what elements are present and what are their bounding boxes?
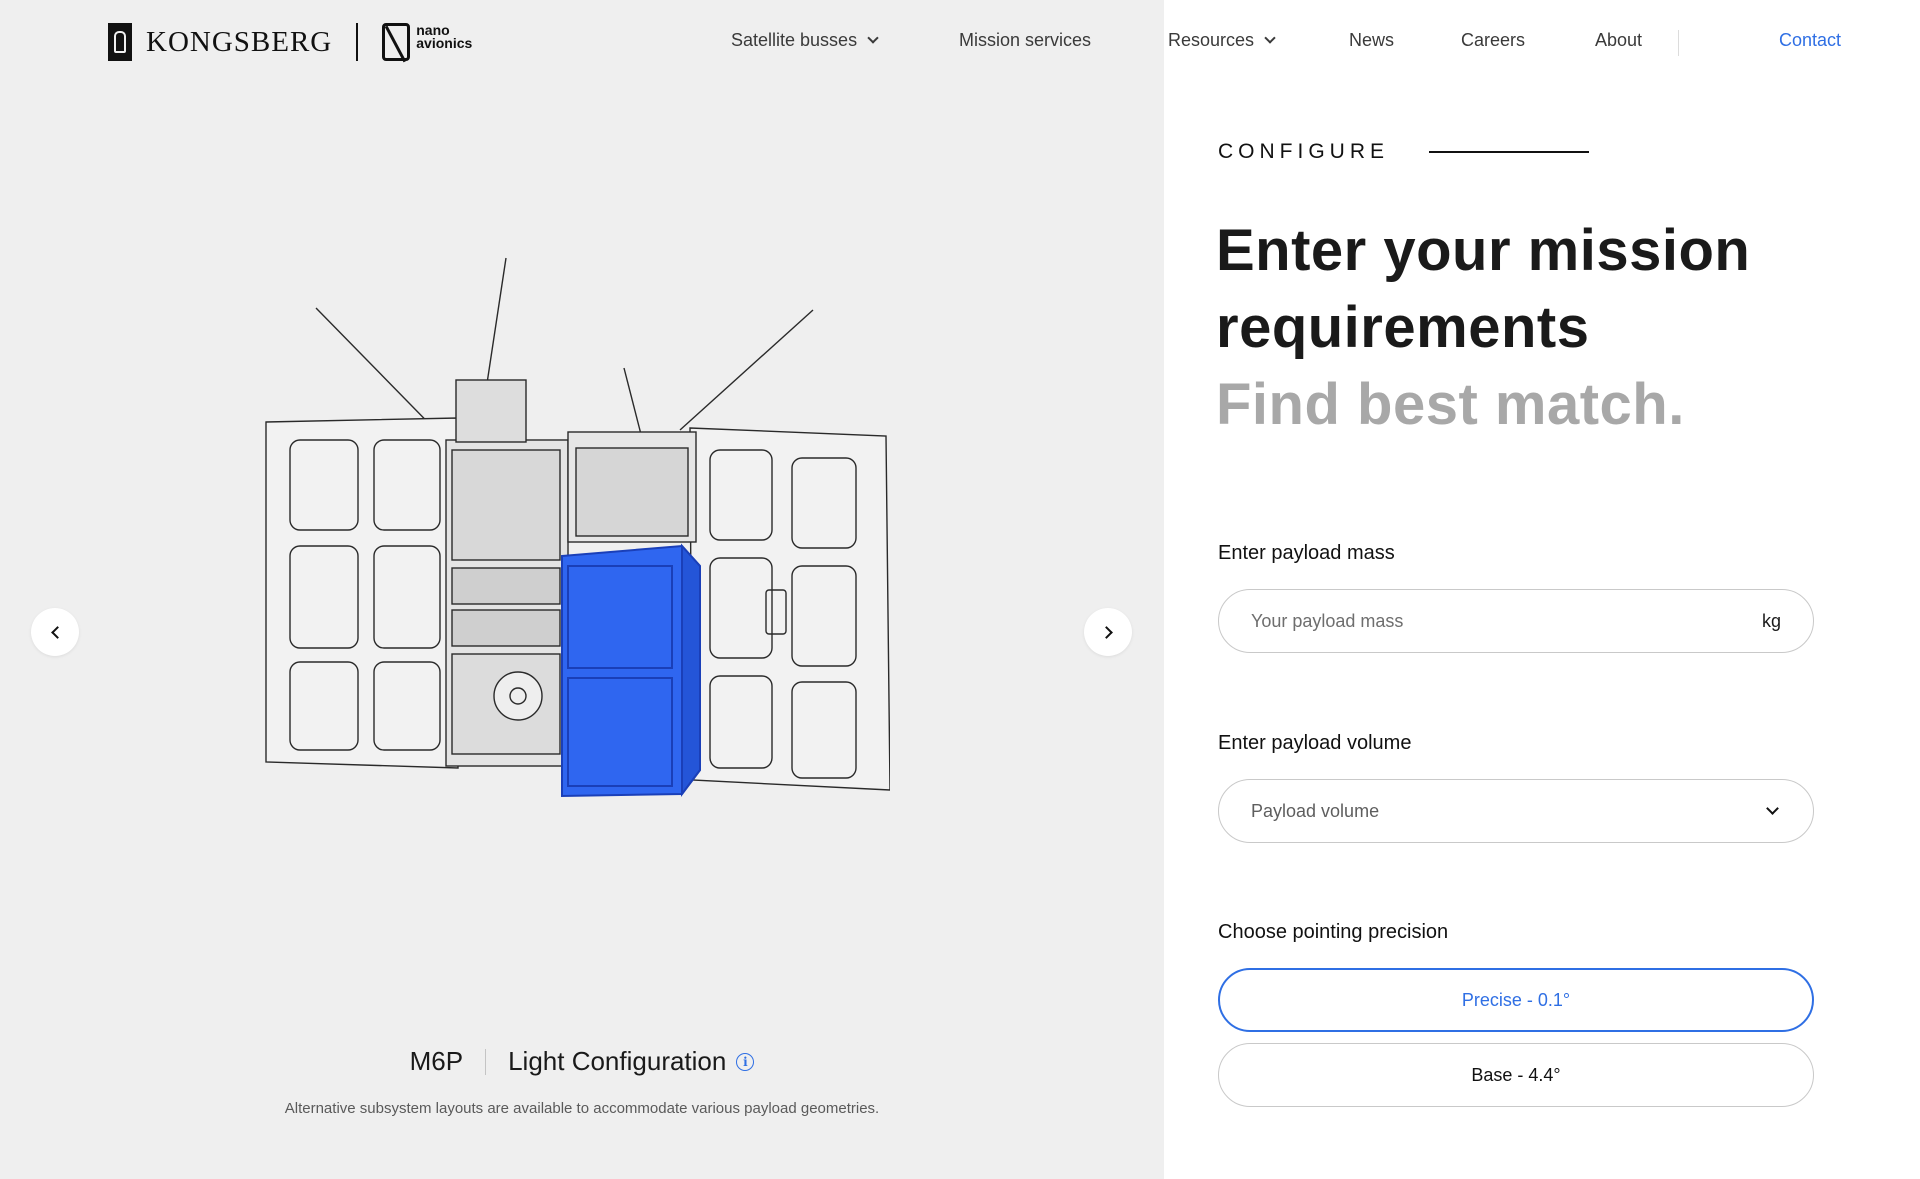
- payload-volume-placeholder: Payload volume: [1251, 800, 1380, 821]
- carousel-next-button[interactable]: [1084, 608, 1132, 656]
- section-eyebrow: CONFIGURE: [1218, 140, 1589, 164]
- nav-label: News: [1349, 30, 1395, 50]
- carousel-prev-button[interactable]: [31, 608, 79, 656]
- model-name: M6P: [409, 1046, 464, 1076]
- payload-mass-field[interactable]: kg: [1218, 589, 1814, 653]
- nav-contact[interactable]: Contact: [1779, 30, 1841, 51]
- chevron-down-icon: [867, 32, 879, 44]
- payload-volume-label: Enter payload volume: [1218, 732, 1412, 754]
- payload-mass-label: Enter payload mass: [1218, 542, 1395, 564]
- configuration-name: Light Configuration: [508, 1046, 727, 1076]
- nav-label: Resources: [1168, 30, 1255, 50]
- title-subline: Find best match.: [1216, 372, 1685, 437]
- model-title: M6P Light Configuration i: [0, 1046, 1164, 1077]
- chevron-down-icon: [1264, 32, 1276, 44]
- nav-divider: [1678, 30, 1679, 56]
- main-nav: Satellite busses Mission services Resour…: [0, 30, 1920, 58]
- chevron-left-icon: [50, 625, 64, 639]
- nav-resources[interactable]: Resources: [1168, 30, 1276, 51]
- nav-about[interactable]: About: [1595, 30, 1642, 51]
- carousel-caption: Alternative subsystem layouts are availa…: [284, 1100, 880, 1117]
- nav-label: Careers: [1461, 30, 1526, 50]
- pointing-precision-label: Choose pointing precision: [1218, 921, 1449, 943]
- title-line-1: Enter your mission: [1216, 218, 1751, 283]
- nav-mission-services[interactable]: Mission services: [959, 30, 1091, 51]
- chevron-down-icon: [1766, 801, 1779, 815]
- chevron-right-icon: [1099, 625, 1113, 639]
- payload-mass-input[interactable]: [1251, 610, 1762, 632]
- section-label: CONFIGURE: [1218, 140, 1389, 163]
- nav-label: About: [1595, 30, 1643, 50]
- page-title: Enter your mission requirements Find bes…: [1216, 212, 1750, 443]
- nav-satellite-busses[interactable]: Satellite busses: [731, 30, 879, 51]
- model-divider: [485, 1048, 487, 1075]
- nav-news[interactable]: News: [1349, 30, 1394, 51]
- pointing-option-precise[interactable]: Precise - 0.1°: [1218, 968, 1814, 1032]
- payload-volume-select[interactable]: Payload volume: [1218, 779, 1814, 843]
- section-rule: [1429, 151, 1589, 153]
- info-icon[interactable]: i: [736, 1052, 755, 1071]
- satellite-illustration: [265, 257, 890, 798]
- nav-label: Mission services: [959, 30, 1092, 50]
- mass-unit: kg: [1761, 610, 1781, 631]
- pointing-option-base[interactable]: Base - 4.4°: [1218, 1043, 1814, 1107]
- nav-careers[interactable]: Careers: [1461, 30, 1525, 51]
- title-line-2: requirements: [1216, 295, 1590, 360]
- nav-label: Satellite busses: [731, 30, 858, 50]
